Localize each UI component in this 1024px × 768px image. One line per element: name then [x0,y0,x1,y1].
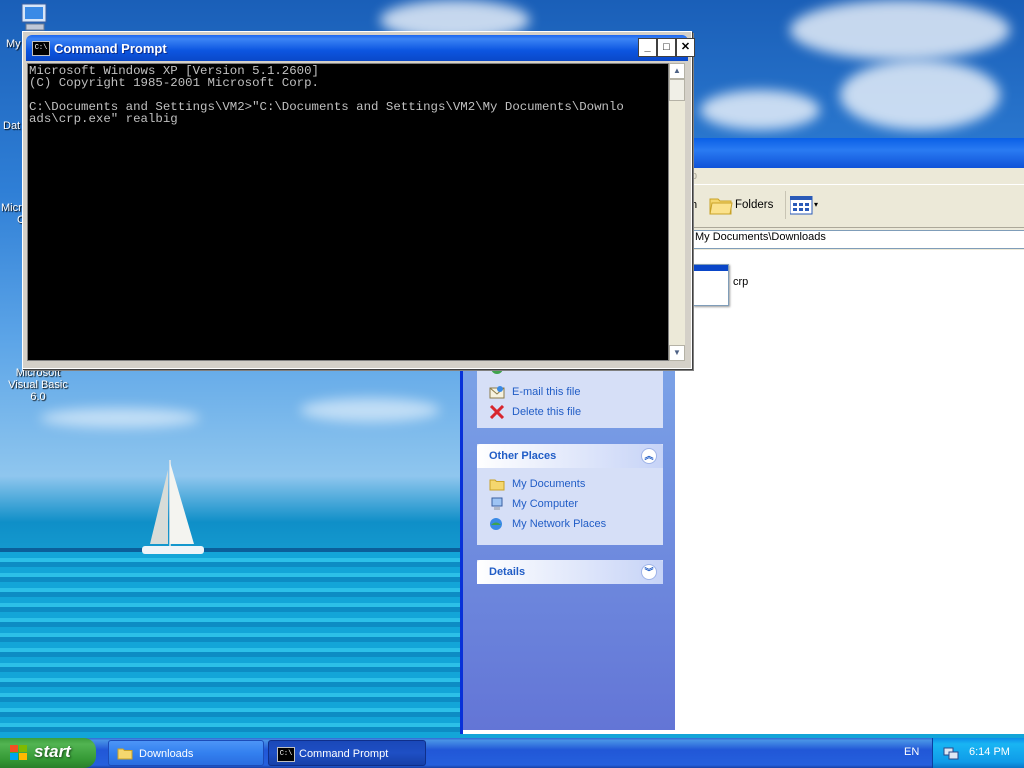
cmd-icon: C:\ [32,41,50,56]
cmd-icon: C:\ [277,747,295,762]
exe-file-icon [693,264,729,306]
folder-icon [117,748,133,760]
network-icon[interactable] [943,745,959,761]
chevron-down-icon: ▾ [814,200,819,209]
network-icon [490,518,502,530]
language-indicator[interactable]: EN [904,746,919,758]
expand-chevron-icon[interactable]: ︾ [641,564,657,580]
folders-button-label: Folders [735,199,774,211]
desktop-icon-label: Microsoft Visual Basic 6.0 [8,367,68,403]
place-my-network-places[interactable]: My Network Places [477,514,663,534]
desktop-icon-data[interactable]: Dat [3,120,20,132]
taskbar-item-downloads[interactable]: Downloads [108,740,264,766]
file-tasks-panel: Publish this file to the Web E-mail this… [477,362,663,428]
red-x-icon [489,405,505,419]
folders-button[interactable]: Folders [707,191,777,219]
window-title: Command Prompt [54,41,167,56]
start-label: start [34,742,71,761]
command-prompt-window[interactable]: C:\ Command Prompt _ □ ✕ Microsoft Windo… [22,31,695,369]
views-icon [790,196,813,215]
close-button[interactable]: ✕ [676,38,695,57]
file-list[interactable]: crp [675,250,1024,734]
file-name: crp [733,276,749,288]
desktop-icon-visual-basic[interactable]: Microsoft Visual Basic 6.0 [0,367,76,403]
envelope-icon [489,386,505,399]
computer-icon [491,497,503,510]
start-button[interactable]: start [0,738,96,768]
cmd-scrollbar[interactable]: ▲ ▼ [669,63,685,361]
task-pane: Publish this file to the Web E-mail this… [463,362,675,730]
folder-icon [489,479,505,491]
views-button[interactable]: ▾ [785,191,822,219]
address-text[interactable]: My Documents\Downloads [695,231,826,243]
taskbar-item-command-prompt[interactable]: C:\ Command Prompt [268,740,426,766]
console-line: (C) Copyright 1985-2001 Microsoft Corp. [29,76,319,90]
taskbar: start Downloads C:\ Command Prompt EN 6:… [0,738,1024,768]
maximize-button[interactable]: □ [657,38,676,57]
collapse-chevron-icon[interactable]: ︽ [641,448,657,464]
clock[interactable]: 6:14 PM [969,746,1010,758]
sailboat-image [142,460,204,554]
desktop-icon-label: Dat [3,120,21,132]
scroll-down-arrow-icon[interactable]: ▼ [669,345,685,361]
scroll-up-arrow-icon[interactable]: ▲ [669,63,685,79]
console-output[interactable]: Microsoft Windows XP [Version 5.1.2600](… [27,63,669,361]
system-tray: 6:14 PM [932,738,1024,768]
other-places-panel: Other Places ︽ My Documents My Computer … [477,444,663,545]
task-email-file[interactable]: E-mail this file [477,382,663,402]
cmd-title-bar[interactable]: C:\ Command Prompt _ □ ✕ [26,35,695,61]
windows-flag-icon [10,745,27,760]
place-my-computer[interactable]: My Computer [477,494,663,514]
place-my-documents[interactable]: My Documents [477,474,663,494]
desktop-icon-label: My [6,38,21,50]
details-header[interactable]: Details ︾ [477,560,663,584]
other-places-header[interactable]: Other Places ︽ [477,444,663,468]
task-delete-file[interactable]: Delete this file [477,402,663,422]
minimize-button[interactable]: _ [638,38,657,57]
details-panel: Details ︾ [477,560,663,584]
console-line: ads\crp.exe" realbig [29,112,178,126]
folder-icon [709,198,733,215]
scroll-thumb[interactable] [669,79,685,101]
